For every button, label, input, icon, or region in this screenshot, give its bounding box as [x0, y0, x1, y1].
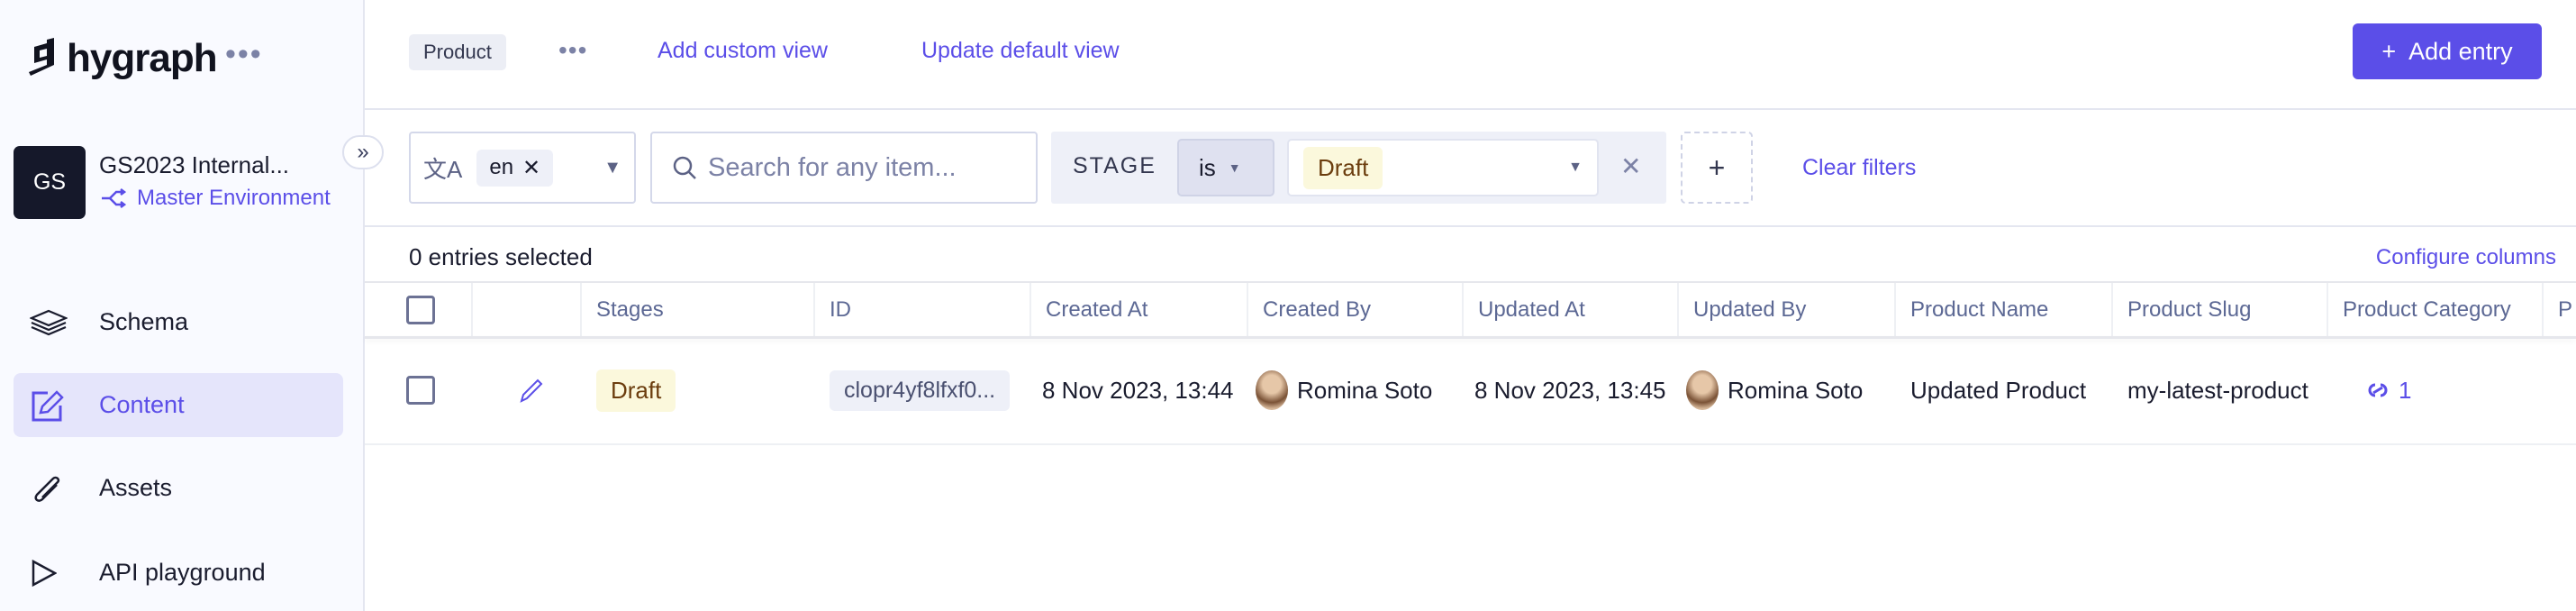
- avatar: [1686, 370, 1719, 410]
- chevron-down-icon: ▼: [1568, 160, 1583, 175]
- locale-select[interactable]: 文A en ✕ ▼: [409, 132, 636, 204]
- remove-filter-icon[interactable]: ✕: [1620, 151, 1641, 181]
- stage-value-badge: Draft: [1303, 146, 1383, 189]
- translate-icon: 文A: [423, 155, 463, 183]
- product-slug-cell: my-latest-product: [2127, 376, 2308, 404]
- column-header-stages[interactable]: Stages: [582, 283, 815, 337]
- expand-sidebar-button[interactable]: »: [342, 135, 384, 169]
- column-header-created-at[interactable]: Created At: [1031, 283, 1248, 337]
- layers-icon: [14, 309, 77, 336]
- created-by-cell: Romina Soto: [1248, 337, 1464, 443]
- stage-badge: Draft: [596, 369, 676, 412]
- remove-locale-icon[interactable]: ✕: [522, 155, 540, 181]
- sidebar-item-content[interactable]: Content: [14, 373, 343, 437]
- locale-chip: en ✕: [476, 149, 554, 187]
- row-select-cell: [365, 337, 473, 443]
- column-header-updated-at[interactable]: Updated At: [1464, 283, 1679, 337]
- sidebar: hygraph ••• GS GS2023 Internal... Master…: [0, 0, 365, 611]
- project-name[interactable]: GS2023 Internal...: [99, 151, 289, 179]
- updated-by-cell: Romina Soto: [1679, 337, 1896, 443]
- sidebar-item-label: Content: [99, 391, 185, 418]
- update-default-view-link[interactable]: Update default view: [921, 38, 1120, 64]
- view-options-icon[interactable]: •••: [558, 36, 587, 65]
- search-placeholder: Search for any item...: [708, 152, 957, 182]
- operator-value: is: [1199, 153, 1216, 181]
- stage-value-select[interactable]: Draft ▼: [1287, 139, 1599, 196]
- column-header-updated-by[interactable]: Updated By: [1679, 283, 1896, 337]
- category-count: 1: [2399, 376, 2412, 404]
- play-icon: [14, 559, 77, 587]
- column-header-product-slug[interactable]: Product Slug: [2113, 283, 2328, 337]
- hygraph-logo-icon: [29, 38, 54, 76]
- edit-cell: [473, 337, 582, 443]
- avatar: [1256, 370, 1288, 410]
- product-category-cell[interactable]: 1: [2328, 337, 2544, 443]
- sidebar-item-label: Schema: [99, 308, 189, 335]
- add-filter-button[interactable]: +: [1681, 132, 1753, 204]
- id-cell: clopr4yf8lfxf0...: [815, 337, 1031, 443]
- updated-by-name: Romina Soto: [1728, 376, 1864, 404]
- column-header-product-name[interactable]: Product Name: [1896, 283, 2113, 337]
- edit-icon: [14, 389, 77, 422]
- search-icon: [673, 156, 696, 179]
- sidebar-item-label: API playground: [99, 559, 266, 586]
- chevron-down-icon: ▼: [1228, 160, 1241, 175]
- add-custom-view-link[interactable]: Add custom view: [658, 38, 828, 64]
- id-chip[interactable]: clopr4yf8lfxf0...: [830, 369, 1011, 411]
- row-checkbox[interactable]: [406, 376, 435, 405]
- clear-filters-link[interactable]: Clear filters: [1802, 155, 1916, 181]
- search-input[interactable]: Search for any item...: [650, 132, 1038, 204]
- select-all-checkbox[interactable]: [406, 296, 435, 324]
- column-header-id[interactable]: ID: [815, 283, 1031, 337]
- project-avatar[interactable]: GS: [14, 146, 86, 219]
- more-options-icon[interactable]: •••: [225, 39, 263, 69]
- plus-icon: +: [2381, 37, 2397, 65]
- sidebar-item-api-playground[interactable]: API playground: [14, 541, 343, 605]
- sidebar-item-schema[interactable]: Schema: [14, 290, 343, 354]
- brand-name: hygraph: [67, 36, 218, 80]
- updated-at-cell: 8 Nov 2023, 13:45: [1474, 376, 1666, 404]
- configure-columns-link[interactable]: Configure columns: [2376, 245, 2556, 270]
- column-header: [473, 283, 582, 337]
- stage-cell: Draft: [582, 337, 815, 443]
- environment-name: Master Environment: [137, 186, 331, 210]
- content-area: Product ••• Add custom view Update defau…: [365, 0, 2576, 611]
- branch-icon: [102, 188, 126, 208]
- sidebar-item-label: Assets: [99, 474, 173, 501]
- created-at-cell: 8 Nov 2023, 13:44: [1042, 376, 1234, 404]
- created-by-name: Romina Soto: [1297, 376, 1433, 404]
- column-header-product-category[interactable]: Product Category: [2328, 283, 2544, 337]
- link-icon: [2368, 383, 2388, 397]
- product-name-cell: Updated Product: [1910, 376, 2087, 404]
- add-entry-label: Add entry: [2408, 37, 2513, 65]
- selected-count: 0 entries selected: [409, 243, 593, 270]
- stage-filter: STAGE is ▼ Draft ▼ ✕: [1051, 132, 1666, 204]
- select-all-header: [365, 283, 473, 337]
- operator-select[interactable]: is ▼: [1177, 139, 1274, 196]
- stage-filter-label: STAGE: [1073, 153, 1156, 178]
- add-entry-button[interactable]: + Add entry: [2353, 23, 2542, 79]
- model-tag[interactable]: Product: [409, 34, 506, 70]
- sidebar-item-assets[interactable]: Assets: [14, 456, 343, 520]
- column-header-truncated[interactable]: P: [2544, 283, 2576, 337]
- environment-link[interactable]: Master Environment: [101, 186, 331, 211]
- column-header-created-by[interactable]: Created By: [1248, 283, 1464, 337]
- pencil-icon[interactable]: [518, 377, 545, 404]
- chevron-down-icon: ▼: [603, 157, 621, 178]
- paperclip-icon: [14, 472, 77, 505]
- locale-value: en: [489, 155, 514, 179]
- hygraph-logo[interactable]: hygraph: [27, 36, 218, 81]
